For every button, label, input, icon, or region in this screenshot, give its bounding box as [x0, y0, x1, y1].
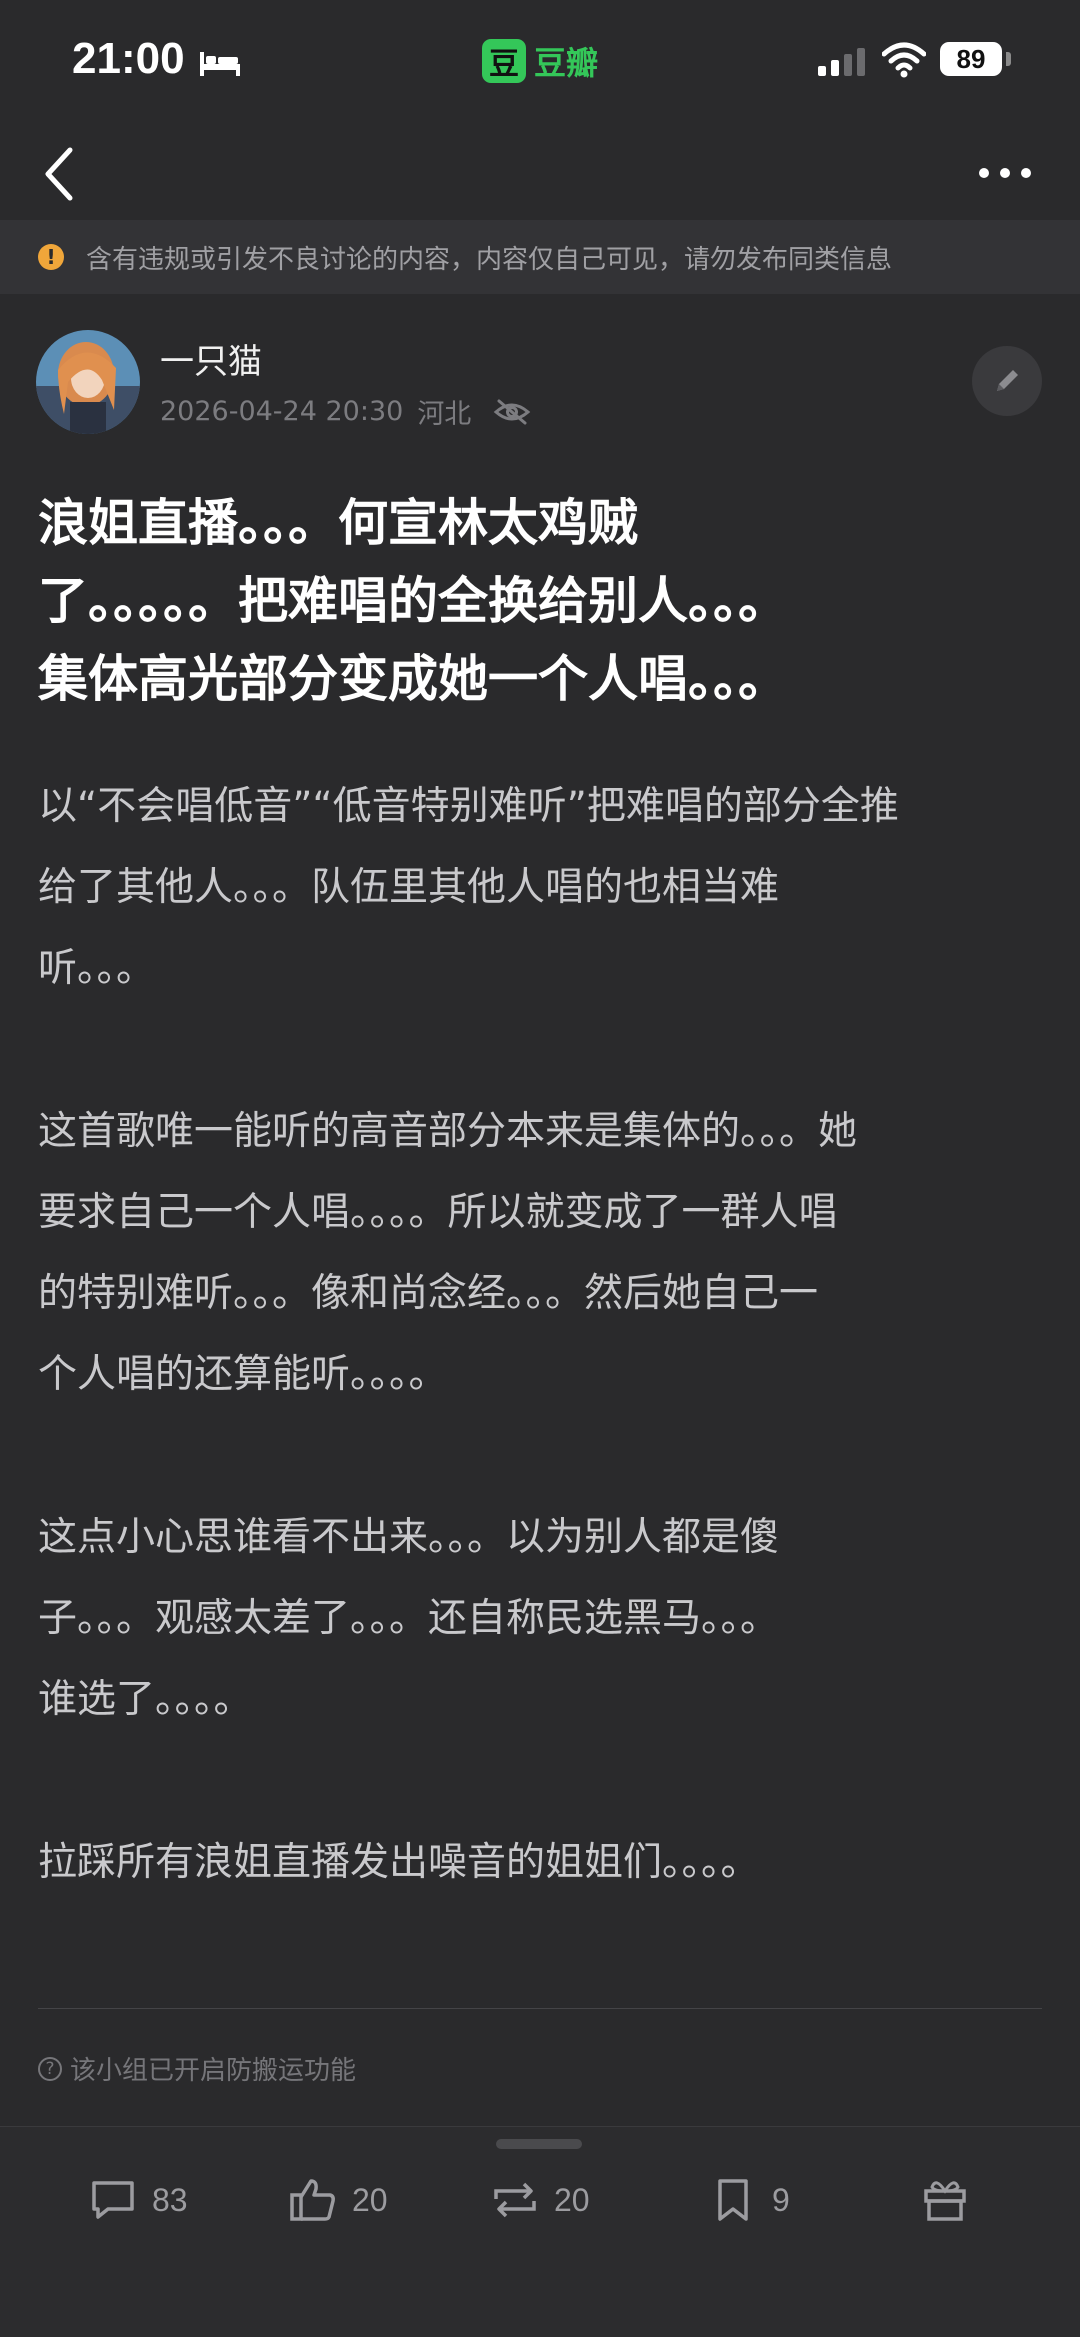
pencil-icon — [997, 370, 1018, 391]
avatar[interactable] — [36, 330, 140, 434]
title-line: 了。。。。。把难唱的全换给别人。。。 — [38, 572, 788, 630]
like-count: 20 — [352, 2181, 388, 2218]
battery-tip — [1006, 52, 1011, 66]
comment-count: 83 — [152, 2181, 188, 2218]
anti-repost-note[interactable]: ? 该小组已开启防搬运功能 — [38, 2050, 356, 2087]
body-paragraph: 以“不会唱低音”“低音特别难听”把难唱的部分全推 给了其他人。。。队伍里其他人唱… — [38, 766, 1048, 1009]
repost-button[interactable]: 20 — [488, 2165, 590, 2235]
post-location: 河北 — [417, 399, 472, 430]
battery-indicator: 89 — [940, 42, 1002, 76]
comment-icon — [92, 2181, 134, 2219]
body-line: 这首歌唯一能听的高音部分本来是集体的。。。她 — [38, 1109, 858, 1154]
status-bar: 21:00 豆 豆瓣 89 — [0, 0, 1080, 120]
body-paragraph: 这点小心思谁看不出来。。。以为别人都是傻 子。。。观感太差了。。。还自称民选黑马… — [38, 1497, 1048, 1740]
body-line: 听。。。 — [38, 946, 156, 991]
like-button[interactable]: 20 — [286, 2165, 388, 2235]
current-app-indicator: 豆 豆瓣 — [482, 38, 598, 84]
anti-repost-text: 该小组已开启防搬运功能 — [70, 2056, 357, 2086]
drag-handle[interactable] — [496, 2139, 582, 2149]
body-line: 以“不会唱低音”“低音特别难听”把难唱的部分全推 — [38, 784, 899, 829]
nav-bar — [0, 120, 1080, 220]
avatar-image — [36, 330, 140, 434]
post-meta: 2026-04-24 20:30 河北 — [160, 392, 531, 431]
post-timestamp: 2026-04-24 20:30 — [160, 396, 404, 427]
body-line: 给了其他人。。。队伍里其他人唱的也相当难 — [38, 865, 780, 910]
save-button[interactable]: 9 — [706, 2165, 790, 2235]
gift-icon — [924, 2181, 966, 2221]
repost-icon — [494, 2182, 536, 2218]
author-row: 一只猫 2026-04-24 20:30 河北 — [0, 330, 1080, 440]
bookmark-icon — [718, 2179, 748, 2221]
post-title: 浪姐直播。。。何宣林太鸡贼 了。。。。。把难唱的全换给别人。。。 集体高光部分变… — [38, 484, 1038, 718]
title-line: 集体高光部分变成她一个人唱。。。 — [38, 650, 788, 708]
eye-off-icon — [494, 399, 531, 424]
body-line: 个人唱的还算能听。。。。 — [38, 1352, 448, 1397]
sleep-focus-icon — [200, 52, 240, 76]
body-paragraph: 拉踩所有浪姐直播发出噪音的姐姐们。。。。 — [38, 1822, 1048, 1903]
body-paragraph: 这首歌唯一能听的高音部分本来是集体的。。。她 要求自己一个人唱。。。。所以就变成… — [38, 1091, 1048, 1415]
body-line: 拉踩所有浪姐直播发出噪音的姐姐们。。。。 — [38, 1840, 760, 1885]
back-button[interactable] — [30, 138, 90, 208]
app-name: 豆瓣 — [534, 44, 599, 82]
body-line: 这点小心思谁看不出来。。。以为别人都是傻 — [38, 1515, 780, 1560]
thumbs-up-icon — [290, 2179, 335, 2221]
divider — [38, 2008, 1042, 2009]
more-options-button[interactable] — [970, 148, 1040, 198]
warning-icon: ! — [38, 244, 64, 270]
body-line: 子。。。观感太差了。。。还自称民选黑马。。。 — [38, 1596, 780, 1641]
warning-text: 含有违规或引发不良讨论的内容，内容仅自己可见，请勿发布同类信息 — [86, 244, 893, 275]
post-body: 以“不会唱低音”“低音特别难听”把难唱的部分全推 给了其他人。。。队伍里其他人唱… — [38, 766, 1048, 1985]
body-line: 谁选了。。。。 — [38, 1677, 253, 1722]
douban-logo-icon: 豆 — [482, 39, 526, 83]
body-line: 的特别难听。。。像和尚念经。。。然后她自己一 — [38, 1271, 819, 1316]
comment-button[interactable]: 83 — [86, 2165, 188, 2235]
author-name[interactable]: 一只猫 — [160, 334, 262, 383]
body-line: 要求自己一个人唱。。。。所以就变成了一群人唱 — [38, 1190, 838, 1235]
bottom-action-bar: 83 20 20 9 — [0, 2126, 1080, 2337]
warning-banner: ! 含有违规或引发不良讨论的内容，内容仅自己可见，请勿发布同类信息 — [0, 220, 1080, 294]
question-icon: ? — [38, 2056, 62, 2081]
save-count: 9 — [772, 2181, 790, 2218]
status-time: 21:00 — [72, 34, 185, 83]
gift-button[interactable] — [918, 2165, 972, 2235]
repost-count: 20 — [554, 2181, 590, 2218]
edit-button[interactable] — [972, 346, 1042, 416]
wifi-icon — [882, 42, 926, 78]
title-line: 浪姐直播。。。何宣林太鸡贼 — [38, 494, 638, 552]
cellular-signal-icon — [818, 48, 865, 76]
